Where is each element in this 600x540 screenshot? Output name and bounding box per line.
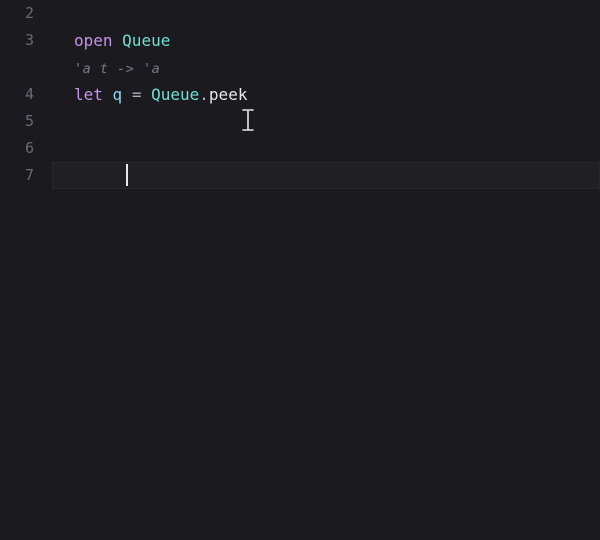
type-hint-line: 'a t -> 'a [52,54,600,81]
line-number: 5 [0,108,52,135]
code-line-current[interactable] [52,162,600,189]
module-name: Queue [122,31,170,50]
line-number: 7 [0,162,52,189]
dot-op: . [199,85,209,104]
space [141,85,151,104]
code-line[interactable] [52,135,600,162]
text-cursor [126,164,128,186]
code-line[interactable] [52,108,600,135]
line-number: 4 [0,81,52,108]
function-name: peek [209,85,248,104]
space [113,31,123,50]
code-editor[interactable]: 2 3 4 5 6 7 open Queue 'a t -> 'a let q … [0,0,600,540]
line-number-gutter: 2 3 4 5 6 7 [0,0,52,540]
line-number: 2 [0,0,52,27]
line-number: 3 [0,27,52,54]
module-name: Queue [151,85,199,104]
code-line[interactable]: open Queue [52,27,600,54]
code-line[interactable] [52,0,600,27]
space [122,85,132,104]
space [103,85,113,104]
keyword-let: let [74,85,103,104]
line-number: 6 [0,135,52,162]
code-line[interactable]: let q = Queue.peek [52,81,600,108]
type-signature-hint: 'a t -> 'a [74,61,160,77]
identifier: q [113,85,123,104]
code-area[interactable]: open Queue 'a t -> 'a let q = Queue.peek [52,0,600,540]
line-number [0,54,52,81]
keyword-open: open [74,31,113,50]
